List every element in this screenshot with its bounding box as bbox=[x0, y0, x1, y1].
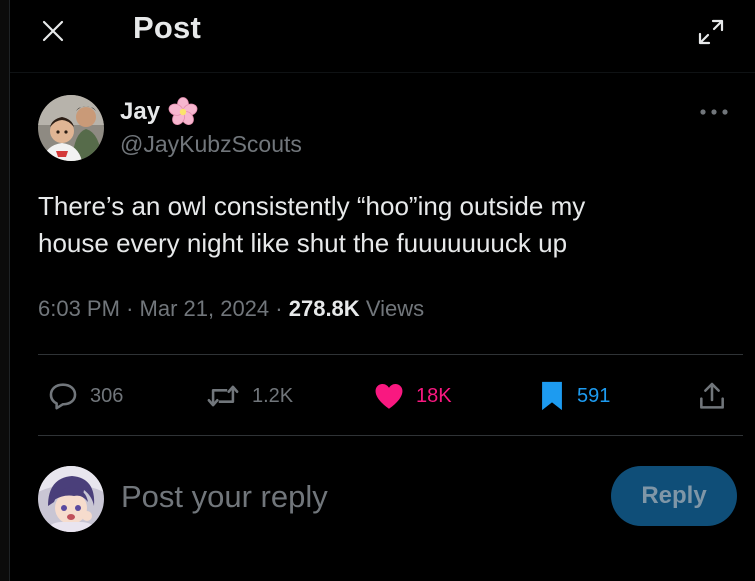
more-options-button[interactable] bbox=[693, 100, 735, 124]
views-count: 278.8K bbox=[288, 296, 360, 321]
share-action[interactable] bbox=[696, 376, 728, 416]
reply-action[interactable]: 306 bbox=[46, 376, 123, 416]
close-button[interactable] bbox=[36, 14, 70, 48]
tweet-time[interactable]: 6:03 PM bbox=[38, 296, 120, 321]
author-avatar[interactable] bbox=[38, 95, 104, 161]
author-name-row: Jay bbox=[120, 96, 198, 128]
reply-count: 306 bbox=[90, 384, 124, 407]
views-label: Views bbox=[365, 296, 425, 321]
reply-button[interactable]: Reply bbox=[611, 466, 737, 526]
page-title: Post bbox=[133, 10, 201, 45]
retweet-action[interactable]: 1.2K bbox=[204, 376, 293, 416]
like-action[interactable]: 18K bbox=[372, 376, 452, 416]
divider bbox=[38, 435, 743, 436]
reply-icon bbox=[49, 383, 77, 410]
author-name[interactable]: Jay bbox=[120, 98, 160, 126]
share-icon bbox=[700, 382, 724, 409]
reply-input[interactable] bbox=[121, 474, 591, 520]
tweet-text: There’s an owl consistently “hoo”ing out… bbox=[38, 191, 586, 258]
tweet-date[interactable]: Mar 21, 2024 bbox=[140, 296, 270, 321]
left-edge-border bbox=[0, 0, 10, 581]
author-handle[interactable]: @JayKubzScouts bbox=[120, 131, 302, 158]
meta-separator: · bbox=[126, 296, 134, 321]
user-avatar-image bbox=[38, 466, 104, 532]
meta-separator: · bbox=[275, 296, 283, 321]
expand-button[interactable] bbox=[693, 14, 729, 50]
header-divider bbox=[10, 72, 755, 73]
expand-icon bbox=[698, 19, 724, 45]
close-icon bbox=[42, 20, 64, 42]
heart-icon bbox=[375, 383, 403, 409]
cherry-blossom-icon bbox=[168, 97, 198, 125]
bookmark-icon bbox=[542, 381, 562, 411]
user-avatar[interactable] bbox=[38, 466, 104, 532]
more-icon bbox=[700, 109, 728, 115]
like-count: 18K bbox=[416, 384, 452, 407]
post-view: Post Jay @JayKubzScouts There’s an owl c… bbox=[0, 0, 755, 581]
retweet-icon bbox=[207, 385, 239, 407]
retweet-count: 1.2K bbox=[252, 384, 294, 407]
tweet-meta: 6:03 PM · Mar 21, 2024 · 278.8K Views bbox=[38, 296, 424, 322]
bookmark-action[interactable]: 591 bbox=[537, 376, 610, 416]
bookmark-count: 591 bbox=[577, 384, 611, 407]
divider bbox=[38, 354, 743, 355]
author-avatar-image bbox=[38, 95, 104, 161]
